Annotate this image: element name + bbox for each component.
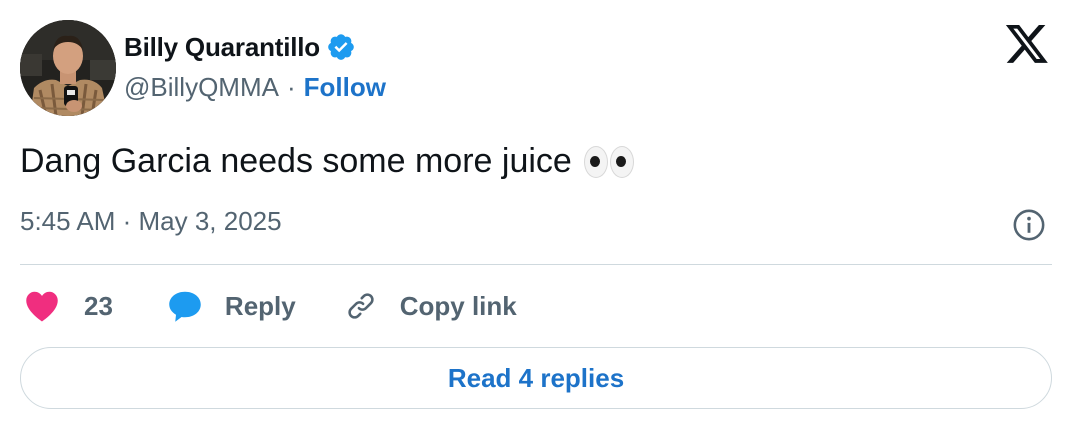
follow-button[interactable]: Follow — [304, 72, 386, 103]
tweet-body: Dang Garcia needs some more juice — [20, 142, 572, 180]
left-eye — [583, 145, 608, 178]
reply-label: Reply — [224, 290, 296, 321]
action-bar: 23 Reply Copy link — [24, 286, 517, 326]
eyes-emoji-icon — [583, 145, 634, 178]
author-info: Billy Quarantillo @BillyQMMA · Follow — [124, 30, 386, 104]
tweet-timestamp[interactable]: 5:45 AM · May 3, 2025 — [20, 206, 282, 237]
link-icon — [344, 289, 378, 323]
right-eye — [609, 145, 634, 178]
divider — [20, 264, 1052, 265]
reply-button[interactable]: Reply — [167, 288, 296, 324]
read-replies-button[interactable]: Read 4 replies — [20, 347, 1052, 409]
like-button[interactable]: 23 — [24, 289, 113, 323]
avatar-photo — [20, 20, 116, 116]
x-logo-icon[interactable] — [1004, 24, 1050, 66]
heart-icon — [24, 289, 60, 323]
tweet-text: Dang Garcia needs some more juice — [20, 142, 634, 181]
display-name[interactable]: Billy Quarantillo — [124, 32, 320, 63]
handle-row: @BillyQMMA · Follow — [124, 70, 386, 104]
handle[interactable]: @BillyQMMA — [124, 72, 279, 103]
copy-link-label: Copy link — [399, 290, 517, 321]
author-avatar[interactable] — [20, 20, 116, 116]
read-replies-label: Read 4 replies — [447, 362, 625, 393]
reply-bubble-icon — [167, 288, 203, 324]
like-count: 23 — [84, 290, 113, 321]
copy-link-button[interactable]: Copy link — [344, 289, 517, 323]
info-icon[interactable] — [1012, 208, 1046, 242]
name-row: Billy Quarantillo — [124, 30, 386, 64]
verified-badge-icon — [326, 32, 356, 62]
separator: · — [286, 71, 296, 102]
